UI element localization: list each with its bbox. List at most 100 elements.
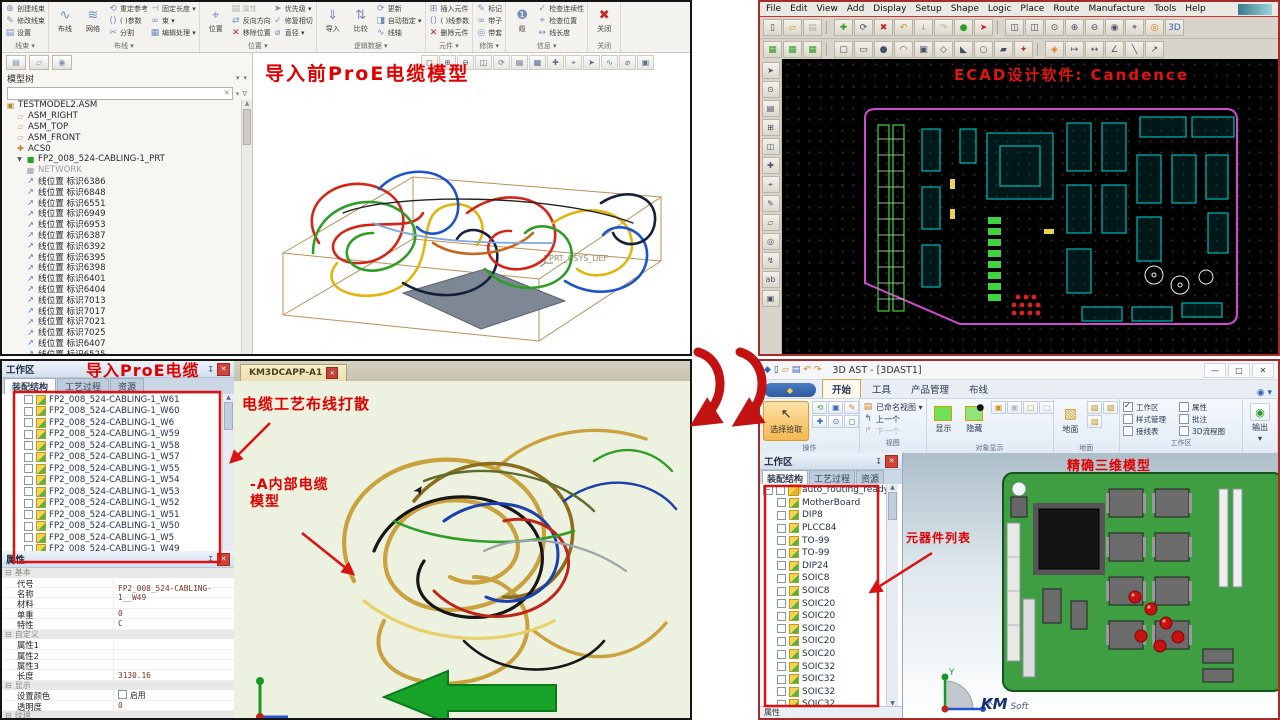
property-group-header[interactable]: ⊟纹理 xyxy=(2,711,234,720)
ground-mini-icon[interactable]: ▧ xyxy=(1087,415,1102,428)
toolbar-icon[interactable]: ↶ xyxy=(894,19,913,36)
display-mode-icon[interactable]: ▣ xyxy=(991,401,1006,414)
toolbar-icon[interactable]: ◫ xyxy=(1005,19,1024,36)
cable-list-item[interactable]: FP2_008_524-CABLING-1_W58 xyxy=(2,440,234,452)
side-toolbar-icon[interactable]: ⊙ xyxy=(762,81,780,98)
ribbon-button[interactable]: ⌖检查位置 xyxy=(536,15,585,27)
search-dropdown-icon[interactable]: ▾ xyxy=(236,90,240,98)
select-pick-button[interactable]: ↖选择拾取 xyxy=(763,401,809,441)
toolbar-icon[interactable]: ▦ xyxy=(783,41,802,58)
toolbar-icon[interactable]: ∠ xyxy=(1105,41,1124,58)
toolbar-icon[interactable]: ✦ xyxy=(1014,41,1033,58)
operation-mini-icon[interactable]: ◻ xyxy=(844,415,859,428)
ribbon-tab[interactable]: 产品管理 xyxy=(902,380,958,398)
menu-item[interactable]: Place xyxy=(1020,4,1044,14)
collapse-icon[interactable]: ▼ xyxy=(16,156,23,163)
quick-access-icon[interactable]: ▱ xyxy=(782,365,789,375)
show-button[interactable]: 显示 xyxy=(930,401,958,439)
cable-list-scrollbar[interactable]: ▲▼ xyxy=(222,394,234,567)
toolbar-icon[interactable]: 3D xyxy=(1165,19,1184,36)
component-tree-item[interactable]: MotherBoard xyxy=(760,497,902,510)
creo-3d-viewport[interactable]: ◻⊕⊖◫⟳▤▦✚⌖➤∿⌀▣ 导入前ProE电缆模型 PRT_CSYS_DEF xyxy=(253,53,690,354)
toolbar-icon[interactable]: ● xyxy=(874,41,893,58)
toolbar-icon[interactable]: ◎ xyxy=(1145,19,1164,36)
tree-panel-tab[interactable]: ▤ xyxy=(6,55,26,70)
toolbar-icon[interactable]: ◠ xyxy=(894,41,913,58)
tree-node-wire-location[interactable]: ↗线位置 标识6395 xyxy=(6,251,242,262)
maximize-button[interactable]: □ xyxy=(1228,363,1250,378)
operation-mini-icon[interactable]: ▣ xyxy=(828,401,843,414)
tree-node-wire-location[interactable]: ↗线位置 标识6387 xyxy=(6,230,242,241)
component-checkbox[interactable] xyxy=(777,524,786,533)
toolbar-icon[interactable]: ↷ xyxy=(934,19,953,36)
component-tree-item[interactable]: SOIC32 xyxy=(760,686,902,699)
ribbon-button[interactable]: ⟳更新 xyxy=(375,3,423,15)
component-tree-item[interactable]: SOIC20 xyxy=(760,610,902,623)
item-checkbox[interactable] xyxy=(24,510,33,519)
pcb-design-canvas[interactable]: ECAD设计软件: Candence xyxy=(782,59,1278,354)
ground-mini-icon[interactable]: ▧ xyxy=(1087,401,1102,414)
cable-list-item[interactable]: FP2_008_524-CABLING-1_W6 xyxy=(2,417,234,429)
display-mode-icon[interactable]: ▢ xyxy=(1023,401,1038,414)
toolbar-icon[interactable]: ⊙ xyxy=(1045,19,1064,36)
tree-search-input[interactable]: ✕ xyxy=(7,87,233,100)
cable-list-item[interactable]: FP2_008_524-CABLING-1_W61 xyxy=(2,394,234,406)
item-checkbox[interactable] xyxy=(24,418,33,427)
component-checkbox[interactable] xyxy=(777,650,786,659)
toolbar-icon[interactable]: ⌖ xyxy=(1125,19,1144,36)
ribbon-button[interactable]: ✓修复相切 xyxy=(272,15,314,27)
side-toolbar-icon[interactable]: ▣ xyxy=(762,290,780,307)
toolbar-icon[interactable]: ╲ xyxy=(1125,41,1144,58)
view-menu-item[interactable]: ↱下一个 xyxy=(863,425,923,437)
component-checkbox[interactable] xyxy=(777,612,786,621)
cable-list-item[interactable]: FP2_008_524-CABLING-1_W60 xyxy=(2,406,234,418)
ribbon-button[interactable]: ()( )线参数 xyxy=(428,15,471,27)
ribbon-button[interactable]: ⊕创建线束 xyxy=(4,3,46,15)
toolbar-icon[interactable]: ○ xyxy=(974,41,993,58)
component-tree-item[interactable]: DIP24 xyxy=(760,560,902,573)
root-checkbox[interactable] xyxy=(776,486,785,495)
menu-item[interactable]: Shape xyxy=(951,4,979,14)
menu-item[interactable]: Manufacture xyxy=(1088,4,1145,14)
toolbar-icon[interactable]: ⊖ xyxy=(1085,19,1104,36)
ribbon-group-label[interactable]: 布线 ▾ xyxy=(51,39,197,51)
cable-list-item[interactable]: FP2_008_524-CABLING-1_W59 xyxy=(2,429,234,441)
viewport-tool-icon[interactable]: ⌖ xyxy=(565,55,582,70)
ribbon-group-label[interactable]: 位置 ▾ xyxy=(202,39,314,51)
component-tree-item[interactable]: PLCC84 xyxy=(760,522,902,535)
cable-list-item[interactable]: FP2_008_524-CABLING-1_W55 xyxy=(2,463,234,475)
workspace-checkbox[interactable]: 批注 xyxy=(1179,414,1239,425)
toolbar-icon[interactable]: ▤ xyxy=(803,19,822,36)
toolbar-icon[interactable]: ▦ xyxy=(803,41,822,58)
component-tree-item[interactable]: SOIC8 xyxy=(760,572,902,585)
ribbon-button[interactable]: ▤属性 xyxy=(230,3,272,15)
toolbar-icon[interactable]: ▯ xyxy=(763,19,782,36)
ribbon-group-label[interactable]: 线束 ▾ xyxy=(4,39,46,51)
toolbar-icon[interactable]: ✚ xyxy=(834,19,853,36)
component-tree-item[interactable]: SOIC20 xyxy=(760,623,902,636)
cable-list-item[interactable]: FP2_008_524-CABLING-1_W54 xyxy=(2,475,234,487)
side-toolbar-icon[interactable]: ⌖ xyxy=(762,176,780,193)
toolbar-icon[interactable]: ◣ xyxy=(954,41,973,58)
side-toolbar-icon[interactable]: ◎ xyxy=(762,233,780,250)
toolbar-icon[interactable]: ▭ xyxy=(854,41,873,58)
checkbox[interactable] xyxy=(1123,402,1133,412)
ribbon-group-label[interactable]: 逻辑数据 ▾ xyxy=(319,39,423,51)
toolbar-icon[interactable]: ◇ xyxy=(934,41,953,58)
close-tool-button[interactable]: ✖关闭 xyxy=(590,3,618,39)
dock-close-button[interactable]: ✕ xyxy=(885,455,898,468)
component-tree-item[interactable]: DIP8 xyxy=(760,509,902,522)
component-tree-scrollbar[interactable]: ▲▼ xyxy=(886,484,898,707)
menu-item[interactable]: Display xyxy=(873,4,906,14)
ribbon-button[interactable]: ✂分割 xyxy=(107,27,149,39)
component-tree-item[interactable]: SOIC20 xyxy=(760,648,902,661)
tree-node-assembly[interactable]: ▣TESTMODEL2.ASM xyxy=(6,100,242,111)
properties-close-button[interactable]: ✕ xyxy=(217,553,230,566)
ribbon-button[interactable]: ✕删除元件 xyxy=(428,27,471,39)
component-checkbox[interactable] xyxy=(777,536,786,545)
tree-panel-tab[interactable]: ◉ xyxy=(52,55,72,70)
ribbon-button[interactable]: ✎修改线束 xyxy=(4,15,46,27)
tree-panel-tab[interactable]: ▱ xyxy=(29,55,49,70)
workspace-checkbox[interactable]: 属性 xyxy=(1179,402,1239,413)
ribbon-group-label[interactable]: 元件 ▾ xyxy=(428,39,471,51)
